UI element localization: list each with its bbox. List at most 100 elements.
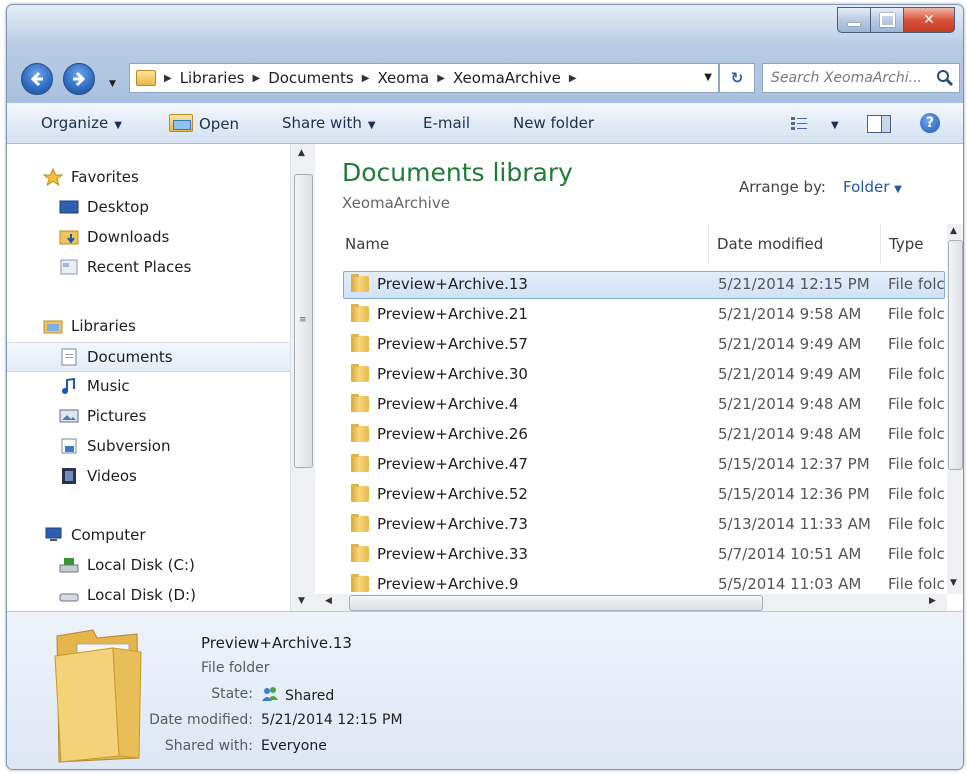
file-row[interactable]: Preview+Archive.13 5/21/2014 12:15 PM File… [337,270,947,300]
organize-button[interactable]: Organize ▼ [41,114,122,132]
file-type: File folc [888,365,945,383]
details-file-type: File folder [201,660,270,676]
arrange-by-dropdown[interactable]: Folder ▼ [843,178,902,196]
chevron-down-icon: ▼ [114,120,122,131]
column-header-date-modified[interactable]: Date modified [708,224,880,264]
file-row[interactable]: Preview+Archive.47 5/15/2014 12:37 PM File… [337,450,947,480]
address-history-dropdown-icon[interactable]: ▼ [704,72,712,83]
nav-item-local-disk-c[interactable]: Local Disk (C:) [7,551,290,579]
file-date-modified: 5/5/2014 11:03 AM [718,575,862,593]
nav-item-documents[interactable]: Documents [7,342,290,372]
file-name: Preview+Archive.9 [377,575,519,593]
navigation-scroll-thumb[interactable]: ≡ [294,174,313,468]
organize-label: Organize [41,114,109,132]
videos-icon [59,467,79,485]
drive-icon [59,586,79,604]
chevron-down-icon: ▼ [109,79,116,89]
nav-libraries[interactable]: Libraries [7,312,290,340]
views-dropdown[interactable]: ▼ [825,114,839,132]
search-input[interactable]: Search XeomaArchi... [763,70,935,86]
close-button[interactable]: ✕ [904,7,955,33]
address-bar[interactable]: ▶ Libraries ▶ Documents ▶ Xeoma ▶ XeomaA… [129,63,719,93]
share-with-label: Share with [282,114,362,132]
nav-item-local-disk-d[interactable]: Local Disk (D:) [7,581,290,609]
caption-buttons: ✕ [837,7,955,33]
nav-item-recent-places[interactable]: Recent Places [7,253,290,281]
preview-pane-icon[interactable] [867,115,891,133]
breadcrumb-xeomaarchive[interactable]: XeomaArchive [453,69,561,87]
nav-item-pictures[interactable]: Pictures [7,402,290,430]
file-row[interactable]: Preview+Archive.73 5/13/2014 11:33 AM File… [337,510,947,540]
file-row[interactable]: Preview+Archive.4 5/21/2014 9:48 AM File f… [337,390,947,420]
file-date-modified: 5/21/2014 9:49 AM [718,335,862,353]
breadcrumb-xeoma[interactable]: Xeoma [377,69,429,87]
file-row[interactable]: Preview+Archive.57 5/21/2014 9:49 AM File … [337,330,947,360]
file-row[interactable]: Preview+Archive.33 5/7/2014 10:51 AM File … [337,540,947,570]
refresh-button[interactable]: ↻ [719,63,755,93]
nav-item-label: Subversion [87,437,171,455]
nav-item-videos[interactable]: Videos [7,462,290,490]
file-date-modified: 5/15/2014 12:37 PM [718,455,870,473]
search-box[interactable]: Search XeomaArchi... [762,63,960,93]
file-row[interactable]: Preview+Archive.26 5/21/2014 9:48 AM File … [337,420,947,450]
file-type: File folc [888,275,945,293]
maximize-button[interactable] [871,7,904,33]
file-date-modified: 5/21/2014 9:48 AM [718,425,862,443]
file-type: File folc [888,395,945,413]
vertical-scroll-thumb[interactable] [948,240,963,470]
horizontal-scroll-thumb[interactable] [349,595,763,611]
breadcrumb-separator-icon[interactable]: ▶ [437,73,445,84]
nav-item-subversion[interactable]: Subversion [7,432,290,460]
back-button[interactable] [21,63,53,95]
navigation-scrollbar[interactable]: ▲ ≡ ▼ [290,144,315,611]
nav-item-downloads[interactable]: Downloads [7,223,290,251]
breadcrumb-separator-icon[interactable]: ▶ [253,73,261,84]
details-date-label: Date modified: [149,712,253,728]
help-icon[interactable]: ? [920,113,940,133]
refresh-icon: ↻ [730,69,744,87]
nav-item-music[interactable]: Music [7,372,290,400]
minimize-button[interactable] [837,7,871,33]
nav-computer[interactable]: Computer [7,521,290,549]
nav-item-label: Local Disk (D:) [87,586,196,604]
column-header-type[interactable]: Type [880,224,947,264]
open-button[interactable]: Open [169,114,239,133]
file-row[interactable]: Preview+Archive.52 5/15/2014 12:36 PM File… [337,480,947,510]
new-folder-button[interactable]: New folder [513,114,594,132]
folder-icon [351,424,369,442]
details-shared-with-label: Shared with: [164,738,253,754]
breadcrumb-documents[interactable]: Documents [268,69,354,87]
recent-pages-dropdown[interactable]: ▼ [109,72,116,90]
email-button[interactable]: E-mail [423,114,470,132]
forward-button[interactable] [63,63,95,95]
file-row[interactable]: Preview+Archive.21 5/21/2014 9:58 AM File … [337,300,947,330]
views-icon[interactable] [791,116,807,130]
scroll-up-arrow-icon[interactable]: ▲ [298,148,305,158]
file-list-horizontal-scrollbar[interactable]: ◀ ▶ [315,594,947,611]
column-header-name[interactable]: Name [337,224,708,264]
file-list-vertical-scrollbar[interactable]: ▲ ▼ [947,224,963,594]
breadcrumb-separator-icon[interactable]: ▶ [362,73,370,84]
folder-icon [351,334,369,352]
scroll-down-arrow-icon[interactable]: ▼ [950,578,957,588]
music-icon [59,377,79,395]
documents-icon [59,348,79,366]
scroll-left-arrow-icon[interactable]: ◀ [325,596,332,606]
scroll-down-arrow-icon[interactable]: ▼ [298,596,305,606]
breadcrumb-separator-icon[interactable]: ▶ [569,73,577,84]
folder-icon [351,364,369,382]
breadcrumb-libraries[interactable]: Libraries [180,69,245,87]
scroll-up-arrow-icon[interactable]: ▲ [950,226,957,236]
search-icon[interactable] [935,68,955,88]
details-file-name: Preview+Archive.13 [201,634,352,652]
scroll-right-arrow-icon[interactable]: ▶ [929,596,936,606]
maximize-icon [879,13,895,27]
nav-favorites[interactable]: Favorites [7,163,290,191]
file-row[interactable]: Preview+Archive.30 5/21/2014 9:49 AM File … [337,360,947,390]
nav-item-label: Desktop [87,198,149,216]
details-state-value: Shared [261,686,334,704]
share-with-button[interactable]: Share with ▼ [282,114,376,132]
file-type: File folc [888,455,945,473]
nav-item-desktop[interactable]: Desktop [7,193,290,221]
new-folder-label: New folder [513,114,595,132]
